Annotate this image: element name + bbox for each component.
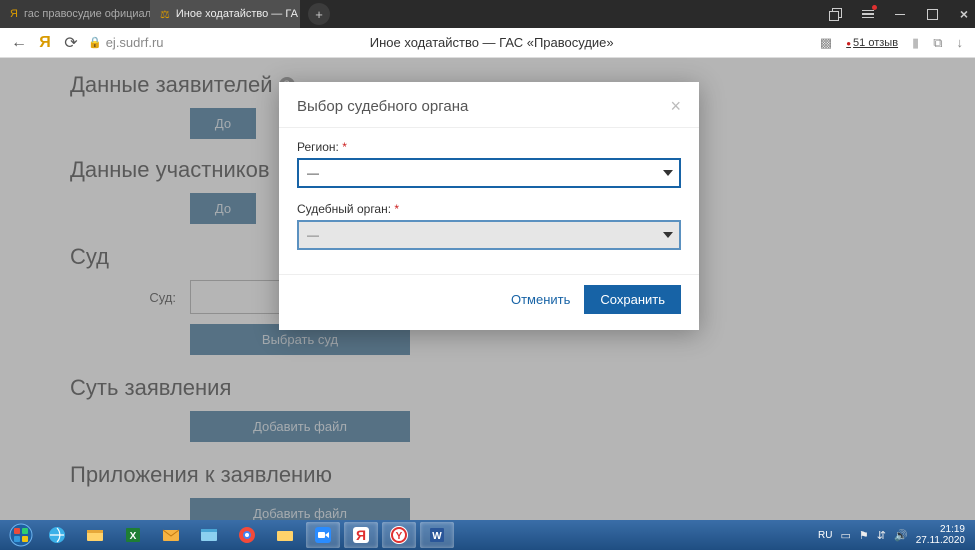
download-icon[interactable]: ↓ [957,35,964,50]
window-close-icon[interactable]: × [957,7,971,21]
svg-text:Y: Y [396,531,403,542]
extensions-icon[interactable]: ⧉ [933,35,942,51]
modal-footer: Отменить Сохранить [279,274,699,330]
yandex-icon: Я [10,8,18,20]
clock-date: 27.11.2020 [916,535,965,546]
taskbar-apps: X Я Y W [40,522,454,548]
court-label: Суд: [70,290,190,305]
language-indicator[interactable]: RU [818,530,832,541]
taskbar-word-icon[interactable]: W [420,522,454,548]
yandex-home-icon[interactable]: Я [32,34,58,52]
scales-icon: ⚖ [160,8,170,21]
taskbar-clock[interactable]: 21:19 27.11.2020 [916,524,965,546]
taskbar-explorer-icon[interactable] [78,522,112,548]
reviews-link[interactable]: 51 отзыв [846,37,898,49]
taskbar-chrome-icon[interactable] [230,522,264,548]
section-applicants-label: Данные заявителей [70,72,273,98]
add-file-button-1[interactable]: Добавить файл [190,411,410,442]
window-menu-icon[interactable] [861,7,875,21]
browser-tab-1[interactable]: Я гас правосудие официаль [0,0,150,28]
taskbar-yandex-icon[interactable]: Я [344,522,378,548]
windows-taskbar: X Я Y W RU ▭ ⚑ ⇵ 🔊 21:19 27.11.2020 [0,520,975,550]
system-tray: RU ▭ ⚑ ⇵ 🔊 21:19 27.11.2020 [818,524,971,546]
modal-title: Выбор судебного органа [297,98,468,115]
browser-titlebar: Я гас правосудие официаль ⚖ Иное ходатай… [0,0,975,28]
add-file-button-2[interactable]: Добавить файл [190,498,410,520]
svg-text:W: W [432,531,442,542]
tray-volume-icon[interactable]: 🔊 [894,529,908,542]
section-attachments: Приложения к заявлению [70,462,905,488]
window-minimize-icon[interactable] [893,7,907,21]
tab-label: Иное ходатайство — ГА [176,8,298,20]
clock-time: 21:19 [916,524,965,535]
court-body-label: Судебный орган: * [297,202,681,216]
taskbar-files-icon[interactable] [192,522,226,548]
region-select[interactable]: — [297,158,681,188]
region-label: Регион: * [297,140,681,154]
reload-button[interactable]: ⟳ [58,33,84,53]
window-copy-icon[interactable] [829,7,843,21]
page-title: Иное ходатайство — ГАС «Правосудие» [164,35,820,50]
cancel-button[interactable]: Отменить [511,292,570,307]
svg-text:X: X [130,531,137,542]
svg-text:Я: Я [356,527,366,543]
tray-network-icon[interactable]: ⇵ [877,529,886,542]
taskbar-excel-icon[interactable]: X [116,522,150,548]
browser-tab-2[interactable]: ⚖ Иное ходатайство — ГА × [150,0,300,28]
url-text[interactable]: ej.sudrf.ru [106,35,164,50]
taskbar-folder-icon[interactable] [268,522,302,548]
lock-icon: 🔒 [88,36,102,49]
taskbar-mail-icon[interactable] [154,522,188,548]
modal-close-icon[interactable]: × [670,96,681,117]
bookmark-icon[interactable]: ▮ [912,35,919,51]
new-tab-button[interactable]: + [308,3,330,25]
modal-body: Регион: * — Судебный орган: * — [279,128,699,274]
tray-flag-icon[interactable]: ▭ [840,529,850,542]
section-subject: Суть заявления [70,375,905,401]
taskbar-ie-icon[interactable] [40,522,74,548]
start-button[interactable] [4,521,38,549]
court-select-modal: Выбор судебного органа × Регион: * — Суд… [279,82,699,330]
add-participant-button[interactable]: До [190,193,256,224]
taskbar-zoom-icon[interactable] [306,522,340,548]
tray-action-icon[interactable]: ⚑ [859,529,869,542]
address-bar: ← Я ⟳ 🔒 ej.sudrf.ru Иное ходатайство — Г… [0,28,975,58]
modal-header: Выбор судебного органа × [279,82,699,128]
save-button[interactable]: Сохранить [584,285,681,314]
back-button[interactable]: ← [6,34,32,52]
window-maximize-icon[interactable] [925,7,939,21]
translate-icon[interactable]: ▩ [820,35,832,51]
add-applicant-button[interactable]: До [190,108,256,139]
court-body-select[interactable]: — [297,220,681,250]
taskbar-yandex2-icon[interactable]: Y [382,522,416,548]
tab-label: гас правосудие официаль [24,8,150,20]
